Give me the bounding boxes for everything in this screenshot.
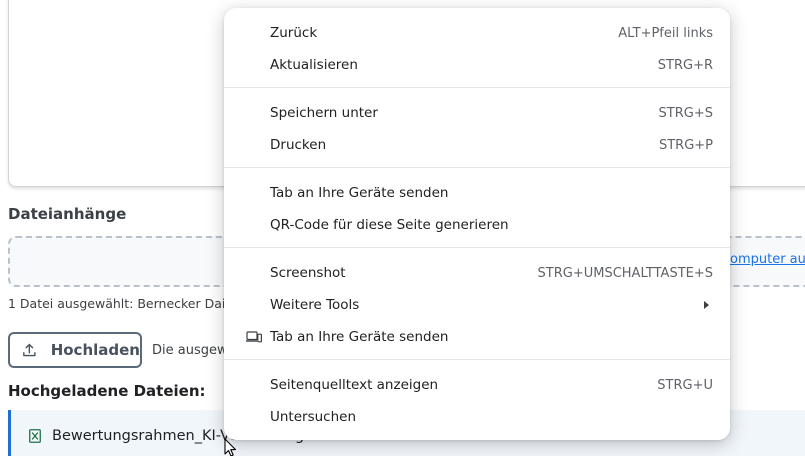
menu-item-send-tab-devices[interactable]: Tab an Ihre Geräte senden: [224, 321, 730, 353]
menu-item-label: Aktualisieren: [270, 57, 358, 73]
menu-separator: [224, 359, 730, 360]
menu-item-shortcut: ALT+Pfeil links: [618, 25, 713, 41]
devices-icon: [246, 331, 262, 343]
mouse-pointer-icon: [224, 438, 237, 456]
menu-item-more-tools[interactable]: Weitere Tools: [224, 289, 730, 321]
menu-item-label: Seitenquelltext anzeigen: [270, 377, 439, 393]
menu-item-print[interactable]: Drucken STRG+P: [224, 129, 730, 161]
menu-item-shortcut: STRG+U: [657, 377, 713, 393]
upload-button[interactable]: Hochladen: [8, 332, 142, 368]
upload-hint: Die ausgew: [152, 343, 228, 358]
menu-item-shortcut: STRG+S: [658, 105, 713, 121]
menu-item-screenshot[interactable]: Screenshot STRG+UMSCHALTTASTE+S: [224, 257, 730, 289]
excel-file-icon: [29, 429, 41, 443]
upload-icon: [23, 343, 36, 357]
context-menu: Zurück ALT+Pfeil links Aktualisieren STR…: [224, 8, 730, 440]
menu-item-send-tab[interactable]: Tab an Ihre Geräte senden: [224, 177, 730, 209]
upload-button-label: Hochladen: [50, 341, 140, 359]
menu-item-label: Zurück: [270, 25, 318, 41]
menu-item-view-source[interactable]: Seitenquelltext anzeigen STRG+U: [224, 369, 730, 401]
menu-item-shortcut: STRG+P: [658, 137, 713, 153]
menu-item-save-as[interactable]: Speichern unter STRG+S: [224, 97, 730, 129]
menu-item-label: Drucken: [270, 137, 327, 153]
selected-files-info: 1 Datei ausgewählt: Bernecker Daily: [8, 296, 237, 311]
menu-separator: [224, 247, 730, 248]
uploaded-files-title: Hochgeladene Dateien:: [8, 382, 206, 400]
menu-separator: [224, 87, 730, 88]
menu-item-label: Tab an Ihre Geräte senden: [270, 329, 449, 345]
submenu-arrow-icon: [704, 301, 709, 309]
menu-item-label: Weitere Tools: [270, 297, 360, 313]
menu-item-label: Tab an Ihre Geräte senden: [270, 185, 449, 201]
menu-item-shortcut: STRG+R: [657, 57, 713, 73]
attachments-label: Dateianhänge: [8, 205, 127, 223]
page: Dateianhänge omputer ausw 1 Datei ausgew…: [0, 0, 805, 456]
menu-item-label: QR-Code für diese Seite generieren: [270, 217, 509, 233]
dropzone-browse-link[interactable]: omputer ausw: [730, 252, 805, 267]
menu-item-back[interactable]: Zurück ALT+Pfeil links: [224, 17, 730, 49]
menu-item-label: Speichern unter: [270, 105, 378, 121]
menu-item-reload[interactable]: Aktualisieren STRG+R: [224, 49, 730, 81]
menu-separator: [224, 167, 730, 168]
menu-item-inspect[interactable]: Untersuchen: [224, 401, 730, 433]
menu-item-label: Screenshot: [270, 265, 346, 281]
menu-item-qr-code[interactable]: QR-Code für diese Seite generieren: [224, 209, 730, 241]
menu-item-shortcut: STRG+UMSCHALTTASTE+S: [537, 265, 713, 281]
menu-item-label: Untersuchen: [270, 409, 357, 425]
